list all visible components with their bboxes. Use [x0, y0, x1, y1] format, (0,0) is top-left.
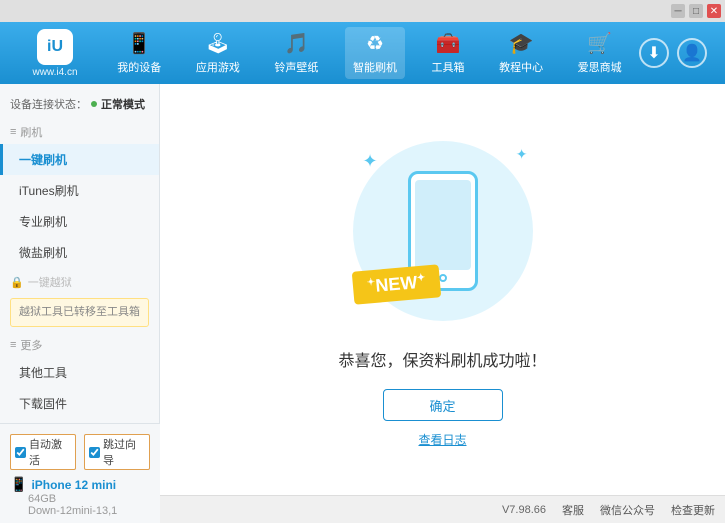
app-game-label: 应用游戏	[196, 59, 240, 75]
service-link[interactable]: 客服	[562, 502, 584, 518]
toolbox-icon: 🧰	[436, 31, 461, 56]
status-label: 设备连接状态：	[10, 96, 87, 112]
auto-detect-checkbox[interactable]: 自动激活	[10, 434, 76, 470]
confirm-button[interactable]: 确定	[383, 389, 503, 421]
minimize-button[interactable]: ─	[671, 4, 685, 18]
status-dot-icon	[91, 101, 97, 107]
logo-icon: iU	[37, 29, 73, 65]
header-actions: ⬇ 👤	[639, 38, 715, 68]
sparkle-tl-icon: ✦	[363, 151, 378, 172]
my-device-label: 我的设备	[117, 59, 161, 75]
connection-status: 设备连接状态： 正常模式	[0, 92, 159, 118]
flash-section-icon: ≡	[10, 126, 16, 138]
store-label: 爱思商城	[578, 59, 622, 75]
sidebar-item-download-fw[interactable]: 下载固件	[0, 388, 159, 419]
status-mode-text: 正常模式	[101, 96, 145, 112]
nav-smart-flash[interactable]: ♻ 智能刷机	[345, 27, 405, 79]
maximize-button[interactable]: □	[689, 4, 703, 18]
store-icon: 🛒	[587, 31, 612, 56]
logo-char: iU	[47, 38, 63, 56]
flash-section-label: 刷机	[20, 124, 42, 140]
my-device-icon: 📱	[127, 31, 152, 56]
success-title: 恭喜您，保资料刷机成功啦！	[338, 347, 546, 371]
nav-items: 📱 我的设备 🕹 应用游戏 🎵 铃声壁纸 ♻ 智能刷机 🧰 工具箱 🎓 教程中心…	[100, 27, 639, 79]
more-section-header: ≡ 更多	[0, 331, 159, 357]
ringtone-label: 铃声壁纸	[274, 59, 318, 75]
more-section-label: 更多	[20, 337, 42, 353]
tour-link[interactable]: 查看日志	[418, 431, 466, 448]
jailbreak-lock-icon: 🔒	[10, 276, 24, 289]
auto-detect-input[interactable]	[15, 447, 26, 458]
other-tools-label: 其他工具	[19, 366, 67, 380]
skip-wizard-input[interactable]	[89, 447, 100, 458]
sidebar-item-one-key-flash[interactable]: 一键刷机	[0, 144, 159, 175]
main-layout: 设备连接状态： 正常模式 ≡ 刷机 一键刷机 iTunes刷机 专业刷机 微盐刷…	[0, 84, 725, 495]
device-name-text: iPhone 12 mini	[31, 478, 116, 492]
tutorial-icon: 🎓	[509, 31, 534, 56]
toolbox-label: 工具箱	[432, 59, 465, 75]
device-check-row: 自动激活 跳过向导	[10, 430, 150, 476]
close-button[interactable]: ✕	[707, 4, 721, 18]
sidebar-item-micro-flash[interactable]: 微盐刷机	[0, 237, 159, 268]
sidebar-item-pro-flash[interactable]: 专业刷机	[0, 206, 159, 237]
phone-screen	[415, 180, 471, 270]
flash-section-header: ≡ 刷机	[0, 118, 159, 144]
nav-toolbox[interactable]: 🧰 工具箱	[424, 27, 473, 79]
update-link[interactable]: 检查更新	[671, 502, 715, 518]
skip-wizard-label: 跳过向导	[103, 436, 145, 468]
device-storage: 64GB	[10, 493, 150, 495]
device-name: 📱 iPhone 12 mini	[10, 476, 150, 493]
title-bar: ─ □ ✕	[0, 0, 725, 22]
skip-wizard-checkbox[interactable]: 跳过向导	[84, 434, 150, 470]
device-phone-icon: 📱	[10, 476, 27, 493]
header: iU www.i4.cn 📱 我的设备 🕹 应用游戏 🎵 铃声壁纸 ♻ 智能刷机…	[0, 22, 725, 84]
nav-app-game[interactable]: 🕹 应用游戏	[188, 27, 248, 79]
itunes-flash-label: iTunes刷机	[19, 184, 79, 198]
user-button[interactable]: 👤	[677, 38, 707, 68]
nav-store[interactable]: 🛒 爱思商城	[570, 27, 630, 79]
smart-flash-icon: ♻	[366, 31, 384, 56]
sidebar: 设备连接状态： 正常模式 ≡ 刷机 一键刷机 iTunes刷机 专业刷机 微盐刷…	[0, 84, 160, 495]
jailbreak-note: 越狱工具已转移至工具箱	[10, 298, 149, 327]
success-illustration: ✦ ✦ NEW	[343, 131, 543, 331]
logo-area: iU www.i4.cn	[10, 29, 100, 78]
version-text: V7.98.66	[502, 504, 546, 516]
pro-flash-label: 专业刷机	[19, 215, 67, 229]
device-panel: 自动激活 跳过向导 📱 iPhone 12 mini 64GB Down-12m…	[0, 423, 160, 495]
download-fw-label: 下载固件	[19, 397, 67, 411]
tutorial-label: 教程中心	[499, 59, 543, 75]
jailbreak-section-label: 一键越狱	[28, 274, 72, 290]
download-button[interactable]: ⬇	[639, 38, 669, 68]
jailbreak-section-header: 🔒 一键越狱	[0, 268, 159, 294]
app-game-icon: 🕹	[205, 31, 230, 56]
nav-tutorial[interactable]: 🎓 教程中心	[491, 27, 551, 79]
sidebar-item-other-tools[interactable]: 其他工具	[0, 357, 159, 388]
wechat-link[interactable]: 微信公众号	[600, 502, 655, 518]
micro-flash-label: 微盐刷机	[19, 246, 67, 260]
ringtone-icon: 🎵	[284, 31, 309, 56]
auto-detect-label: 自动激活	[29, 436, 71, 468]
sidebar-item-itunes-flash[interactable]: iTunes刷机	[0, 175, 159, 206]
status-right: V7.98.66 客服 微信公众号 检查更新	[502, 502, 715, 518]
nav-ringtone[interactable]: 🎵 铃声壁纸	[266, 27, 326, 79]
main-content: ✦ ✦ NEW 恭喜您，保资料刷机成功啦！ 确定 查看日志	[160, 84, 725, 495]
nav-my-device[interactable]: 📱 我的设备	[109, 27, 169, 79]
logo-url: www.i4.cn	[32, 67, 77, 78]
sparkle-tr-icon: ✦	[516, 146, 528, 163]
smart-flash-label: 智能刷机	[353, 59, 397, 75]
more-section-icon: ≡	[10, 339, 16, 351]
one-key-flash-label: 一键刷机	[19, 153, 67, 167]
